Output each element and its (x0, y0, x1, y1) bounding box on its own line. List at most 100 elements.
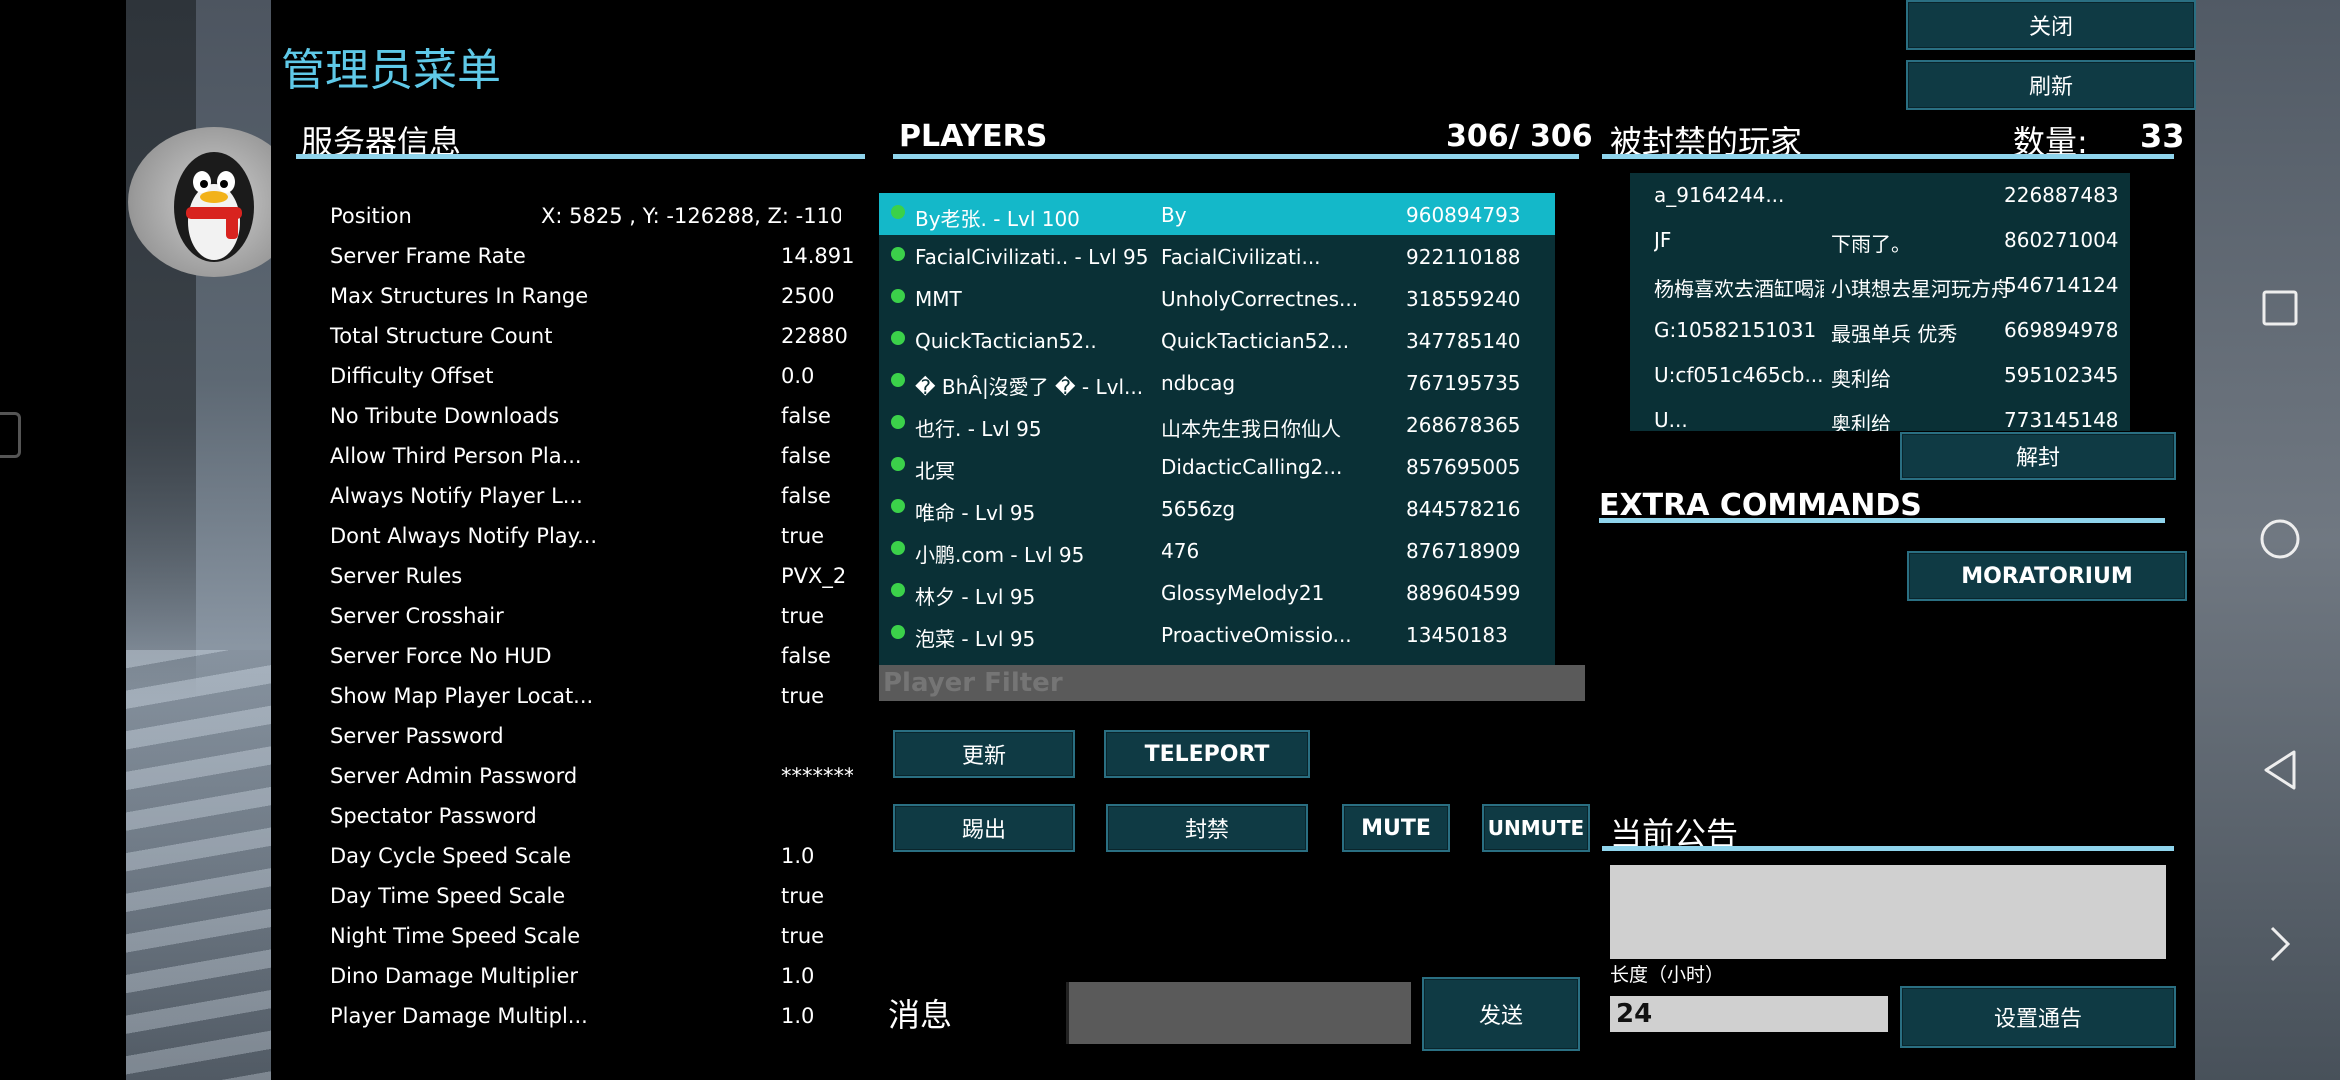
player-filter-input[interactable] (879, 665, 1585, 701)
server-info-row: Night Time Speed Scale true (330, 924, 850, 964)
banned-row[interactable]: JF 下雨了。 860271004 (1630, 218, 2130, 263)
server-info-value: 1.0 (781, 844, 815, 868)
server-info-value: true (781, 604, 825, 628)
square-nav-icon[interactable] (2258, 286, 2302, 330)
server-info-key: Server Admin Password (330, 764, 578, 788)
online-status-icon (891, 289, 905, 303)
announcement-text-field[interactable] (1610, 865, 2166, 959)
players-title: PLAYERS (899, 119, 1048, 154)
teleport-button[interactable]: TELEPORT (1104, 730, 1310, 778)
online-status-icon (891, 205, 905, 219)
player-row[interactable]: 北冥 DidacticCalling2... 857695005 (879, 445, 1555, 487)
moratorium-button[interactable]: MORATORIUM (1907, 551, 2187, 601)
server-info-key: Day Time Speed Scale (330, 884, 566, 908)
banned-list[interactable]: a_9164244... 226887483 JF 下雨了。 860271004 杨梅喜欢… (1630, 173, 2130, 431)
player-name: QuickTactician52.. (915, 329, 1097, 353)
server-info-row: Day Cycle Speed Scale 1.0 (330, 844, 850, 884)
player-id: 268678365 (1406, 413, 1521, 437)
player-row[interactable]: QuickTactician52.. QuickTactician52... 347… (879, 319, 1555, 361)
duration-input[interactable] (1610, 996, 1888, 1032)
banned-row[interactable]: a_9164244... 226887483 (1630, 173, 2130, 218)
player-row[interactable]: MMT UnholyCorrectnes... 318559240 (879, 277, 1555, 319)
online-status-icon (891, 415, 905, 429)
mute-button[interactable]: MUTE (1342, 804, 1450, 852)
ban-button[interactable]: 封禁 (1106, 804, 1308, 852)
player-name: 也行. - Lvl 95 (915, 417, 1042, 441)
unmute-button[interactable]: UNMUTE (1482, 804, 1590, 852)
player-account: GlossyMelody21 (1161, 581, 1325, 605)
player-row[interactable]: By老张. - Lvl 100 By 960894793 (879, 193, 1555, 235)
banned-row[interactable]: U... 奥利给 773145148 (1630, 398, 2130, 431)
player-name: By老张. - Lvl 100 (915, 207, 1080, 231)
server-info-key: Position (330, 204, 412, 228)
server-info-value: true (781, 924, 825, 948)
server-info-key: Spectator Password (330, 804, 537, 828)
divider (1602, 846, 2174, 851)
server-info-key: Total Structure Count (330, 324, 553, 348)
player-account: 476 (1161, 539, 1200, 563)
player-id: 960894793 (1406, 203, 1521, 227)
server-info-key: Server Rules (330, 564, 463, 588)
banned-row[interactable]: 杨梅喜欢去酒缸喝酒 小琪想去星河玩方舟 546714124 (1630, 263, 2130, 308)
banned-row[interactable]: G:10582151031 最强单兵 优秀 669894978 (1630, 308, 2130, 353)
banned-id: 595102345 (2004, 363, 2119, 387)
banned-note: 奥利给 (1831, 367, 1891, 391)
server-info-row: Server Admin Password ******** (330, 764, 853, 804)
player-id: 844578216 (1406, 497, 1521, 521)
server-info-value: X: 5825 , Y: -126288, Z: -1106 (541, 204, 841, 228)
banned-name: 杨梅喜欢去酒缸喝酒 (1654, 277, 1824, 301)
chevron-right-icon[interactable] (2258, 922, 2302, 966)
server-info-value: 14.891 (781, 244, 853, 268)
banned-id: 669894978 (2004, 318, 2119, 342)
server-info-row: Total Structure Count 22880 (330, 324, 850, 364)
refresh-button[interactable]: 刷新 (1906, 60, 2196, 110)
server-info-value: 2500 (781, 284, 835, 308)
server-info-value: true (781, 524, 825, 548)
player-account: ndbcag (1161, 371, 1236, 395)
server-info-row: Dino Damage Multiplier 1.0 (330, 964, 850, 1004)
player-row[interactable]: 唯命 - Lvl 95 5656zg 844578216 (879, 487, 1555, 529)
player-row[interactable]: 小鹏.com - Lvl 95 476 876718909 (879, 529, 1555, 571)
server-info-key: Max Structures In Range (330, 284, 589, 308)
player-row[interactable]: 也行. - Lvl 95 山本先生我日你仙人 268678365 (879, 403, 1555, 445)
banned-row[interactable]: U:cf051c465cb... 奥利给 595102345 (1630, 353, 2130, 398)
close-button[interactable]: 关闭 (1906, 0, 2196, 50)
server-info-row: Max Structures In Range 2500 (330, 284, 850, 324)
player-name: FacialCivilizati.. - Lvl 95 (915, 245, 1149, 269)
unban-button[interactable]: 解封 (1900, 432, 2176, 480)
player-row[interactable]: 泡菜 - Lvl 95 ProactiveOmissio... 13450183 (879, 613, 1555, 655)
player-row[interactable]: � BhÂ|沒愛了 � - Lvl... ndbcag 767195735 (879, 361, 1555, 403)
background-snow (126, 650, 271, 1080)
server-info-key: Night Time Speed Scale (330, 924, 581, 948)
player-row[interactable]: 林夕 - Lvl 95 GlossyMelody21 889604599 (879, 571, 1555, 613)
server-info-key: Dino Damage Multiplier (330, 964, 579, 988)
update-button[interactable]: 更新 (893, 730, 1075, 778)
send-button[interactable]: 发送 (1422, 977, 1580, 1051)
player-name: � BhÂ|沒愛了 � - Lvl... (915, 375, 1144, 399)
online-status-icon (891, 247, 905, 261)
banned-note: 小琪想去星河玩方舟 (1831, 277, 2011, 301)
player-account: QuickTactician52... (1161, 329, 1350, 353)
banned-name: G:10582151031 (1654, 318, 1817, 342)
server-info-row: Position X: 5825 , Y: -126288, Z: -1106 (330, 204, 850, 244)
banned-name: a_9164244... (1654, 183, 1785, 207)
server-info-value: PVX_2 (781, 564, 847, 588)
server-info-value: 22880 (781, 324, 848, 348)
players-list[interactable]: By老张. - Lvl 100 By 960894793 FacialCiviliza… (879, 193, 1555, 665)
server-info-row: Allow Third Person Pla... false (330, 444, 850, 484)
back-nav-icon[interactable] (2258, 748, 2302, 792)
online-status-icon (891, 625, 905, 639)
home-nav-icon[interactable] (2258, 517, 2302, 561)
player-row[interactable]: FacialCivilizati.. - Lvl 95 FacialCiviliz… (879, 235, 1555, 277)
server-info-row: Server Frame Rate 14.891 (330, 244, 853, 284)
banned-name: U:cf051c465cb... (1654, 363, 1824, 387)
set-announcement-button[interactable]: 设置通告 (1900, 986, 2176, 1048)
server-info-key: Dont Always Notify Play... (330, 524, 598, 548)
divider (296, 154, 865, 159)
server-info-key: No Tribute Downloads (330, 404, 560, 428)
banned-note: 下雨了。 (1831, 232, 1911, 256)
server-info-row: Server Force No HUD false (330, 644, 850, 684)
kick-button[interactable]: 踢出 (893, 804, 1075, 852)
message-input[interactable] (1066, 982, 1411, 1044)
server-info-value: true (781, 684, 825, 708)
